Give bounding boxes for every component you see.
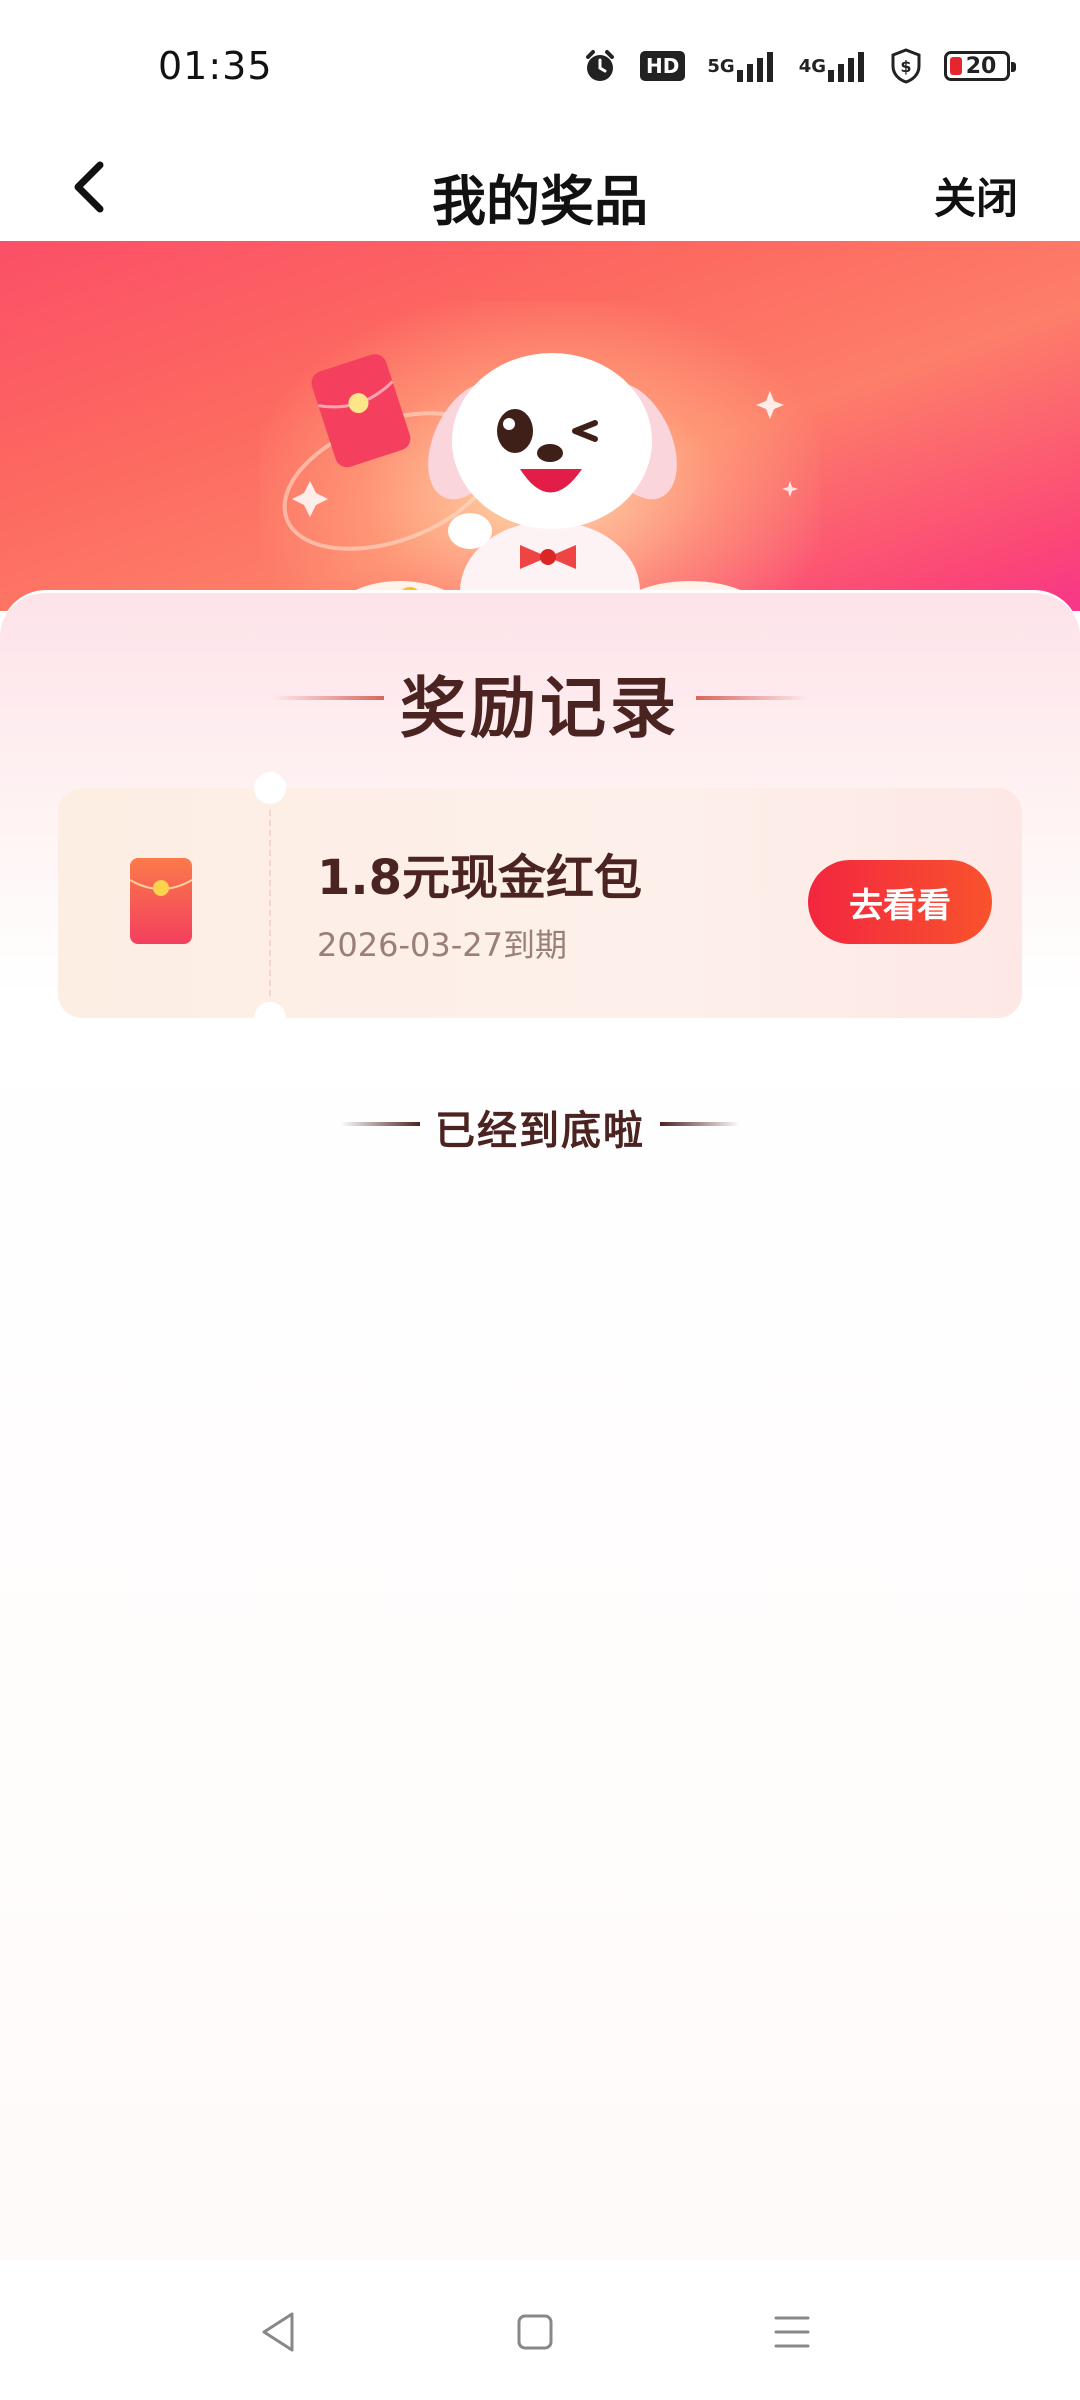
- hd-badge: HD: [640, 51, 686, 81]
- rewards-panel: 奖励记录 1.8元现金红包 2026-03-27到期 去看看 已经到底啦: [0, 590, 1080, 2260]
- reward-name: 1.8元现金红包: [317, 850, 643, 906]
- section-title: 奖励记录: [400, 670, 680, 747]
- status-icons: HD 5G 4G $ 20: [582, 44, 1016, 88]
- battery-icon: 20: [944, 51, 1016, 81]
- end-of-list-text: 已经到底啦: [435, 1108, 645, 1154]
- shield-icon: $: [890, 48, 922, 84]
- battery-level: 20: [965, 53, 997, 79]
- close-button[interactable]: 关闭: [934, 165, 1018, 226]
- end-divider-right: [660, 1122, 740, 1126]
- alarm-icon: [582, 48, 618, 84]
- 4g-signal-icon: 4G: [799, 50, 868, 82]
- menu-lines-icon: [774, 2316, 810, 2348]
- ticket-notch-bottom: [254, 1002, 286, 1034]
- status-time: 01:35: [158, 44, 273, 88]
- 4g-label: 4G: [798, 55, 826, 77]
- 5g-label: 5G: [707, 55, 735, 77]
- system-menu-button[interactable]: [762, 2302, 822, 2362]
- screen: 01:35 HD 5G 4G $ 20 我的奖品 关闭 奖励记录 1.8元现金红…: [0, 0, 1080, 2400]
- mascot-illustration: [282, 353, 798, 611]
- title-divider-right: [696, 696, 808, 700]
- system-home-button[interactable]: [505, 2302, 565, 2362]
- banner: [0, 241, 1080, 611]
- square-home-icon: [517, 2314, 553, 2350]
- status-bar: 01:35 HD 5G 4G $ 20: [0, 0, 1080, 135]
- view-reward-button[interactable]: 去看看: [808, 860, 992, 944]
- reward-item: 1.8元现金红包 2026-03-27到期 去看看: [58, 772, 1022, 1034]
- svg-text:$: $: [900, 57, 911, 76]
- system-back-button[interactable]: [248, 2302, 308, 2362]
- triangle-back-icon: [262, 2312, 294, 2352]
- page-title: 我的奖品: [432, 170, 648, 233]
- reward-expiry: 2026-03-27到期: [317, 926, 567, 964]
- red-packet-icon: [130, 858, 192, 944]
- nav-bar: 我的奖品 关闭: [0, 135, 1080, 241]
- 5g-signal-icon: 5G: [707, 50, 776, 82]
- ticket-divider: [269, 810, 271, 996]
- ticket-notch-top: [254, 772, 286, 804]
- system-nav-bar: [0, 2260, 1080, 2400]
